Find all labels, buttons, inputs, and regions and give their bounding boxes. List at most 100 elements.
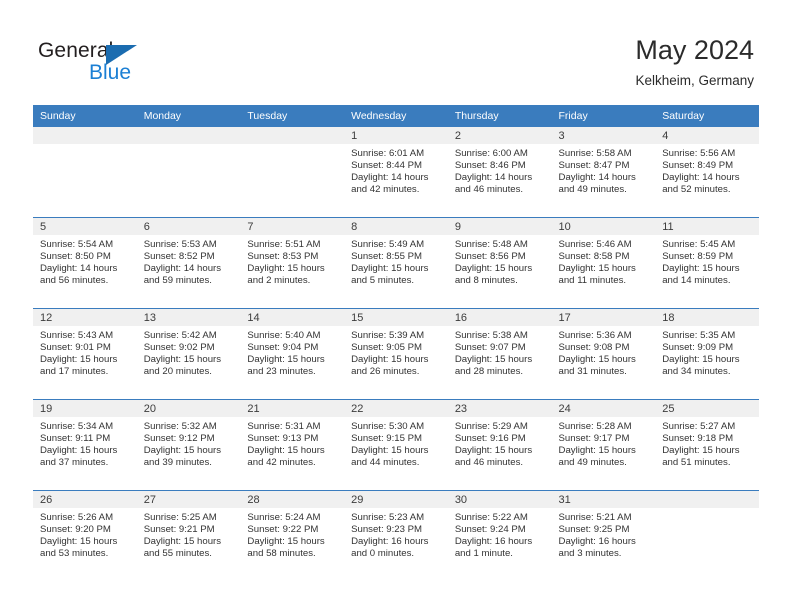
- calendar-week-row: 26 Sunrise: 5:26 AM Sunset: 9:20 PM Dayl…: [33, 490, 759, 581]
- sunrise-text: Sunrise: 5:39 AM: [351, 330, 425, 341]
- sunset-text: Sunset: 8:55 PM: [351, 251, 423, 263]
- sunrise-text: Sunrise: 6:00 AM: [454, 148, 528, 159]
- day-cell[interactable]: [33, 127, 137, 218]
- day-cell[interactable]: [655, 490, 759, 581]
- day-number: 20: [136, 400, 241, 417]
- daylight-text-line2: and 46 minutes.: [454, 184, 524, 196]
- day-number: 26: [33, 491, 137, 508]
- day-cell[interactable]: 14 Sunrise: 5:40 AM Sunset: 9:04 PM Dayl…: [240, 308, 345, 400]
- day-cell[interactable]: 16 Sunrise: 5:38 AM Sunset: 9:07 PM Dayl…: [447, 308, 552, 400]
- daylight-text-line2: and 5 minutes.: [351, 275, 415, 287]
- daylight-text-line1: Daylight: 15 hours: [40, 354, 118, 366]
- day-cell[interactable]: 3 Sunrise: 5:58 AM Sunset: 8:47 PM Dayli…: [551, 127, 656, 218]
- daylight-text-line2: and 53 minutes.: [40, 548, 109, 560]
- day-number: 16: [447, 309, 552, 326]
- day-cell[interactable]: 20 Sunrise: 5:32 AM Sunset: 9:12 PM Dayl…: [136, 399, 241, 491]
- day-cell[interactable]: 9 Sunrise: 5:48 AM Sunset: 8:56 PM Dayli…: [447, 217, 552, 309]
- sunrise-text: Sunrise: 5:23 AM: [351, 512, 425, 523]
- day-cell[interactable]: 11 Sunrise: 5:45 AM Sunset: 8:59 PM Dayl…: [655, 217, 759, 309]
- logo-text-blue: Blue: [89, 61, 132, 84]
- day-number: 28: [240, 491, 345, 508]
- daylight-text-line2: and 49 minutes.: [558, 457, 627, 469]
- sunset-text: Sunset: 9:07 PM: [454, 342, 526, 354]
- day-cell[interactable]: 27 Sunrise: 5:25 AM Sunset: 9:21 PM Dayl…: [136, 490, 241, 581]
- daylight-text-line1: Daylight: 14 hours: [558, 172, 636, 184]
- day-cell[interactable]: 25 Sunrise: 5:27 AM Sunset: 9:18 PM Dayl…: [655, 399, 759, 491]
- day-cell[interactable]: [136, 127, 241, 218]
- day-number: 23: [447, 400, 552, 417]
- weekday-header-friday: Friday: [551, 105, 656, 127]
- sunset-text: Sunset: 9:02 PM: [143, 342, 215, 354]
- calendar-week-row: 1 Sunrise: 6:01 AM Sunset: 8:44 PM Dayli…: [33, 127, 759, 218]
- day-cell[interactable]: 21 Sunrise: 5:31 AM Sunset: 9:13 PM Dayl…: [240, 399, 345, 491]
- day-cell[interactable]: 10 Sunrise: 5:46 AM Sunset: 8:58 PM Dayl…: [551, 217, 656, 309]
- daylight-text-line1: Daylight: 15 hours: [558, 263, 636, 275]
- daylight-text-line2: and 2 minutes.: [247, 275, 311, 287]
- sunset-text: Sunset: 8:44 PM: [351, 160, 423, 172]
- weekday-header-monday: Monday: [136, 105, 241, 127]
- day-number: 3: [551, 127, 656, 144]
- daylight-text-line2: and 28 minutes.: [454, 366, 524, 378]
- daylight-text-line1: Daylight: 15 hours: [351, 263, 429, 275]
- day-cell[interactable]: 23 Sunrise: 5:29 AM Sunset: 9:16 PM Dayl…: [447, 399, 552, 491]
- day-cell[interactable]: 22 Sunrise: 5:30 AM Sunset: 9:15 PM Dayl…: [344, 399, 448, 491]
- day-number: 25: [655, 400, 759, 417]
- day-cell[interactable]: [240, 127, 345, 218]
- daylight-text-line1: Daylight: 14 hours: [40, 263, 118, 275]
- day-cell[interactable]: 31 Sunrise: 5:21 AM Sunset: 9:25 PM Dayl…: [551, 490, 656, 581]
- day-number: 13: [136, 309, 241, 326]
- daylight-text-line1: Daylight: 15 hours: [247, 354, 325, 366]
- daylight-text-line2: and 37 minutes.: [40, 457, 109, 469]
- daylight-text-line2: and 26 minutes.: [351, 366, 420, 378]
- calendar-week-row: 19 Sunrise: 5:34 AM Sunset: 9:11 PM Dayl…: [33, 399, 759, 491]
- sunset-text: Sunset: 9:25 PM: [558, 524, 630, 536]
- daylight-text-line1: Daylight: 15 hours: [40, 445, 118, 457]
- sunset-text: Sunset: 9:24 PM: [454, 524, 526, 536]
- day-number: 7: [240, 218, 345, 235]
- sunrise-text: Sunrise: 5:26 AM: [40, 512, 114, 523]
- general-blue-logo[interactable]: General Blue: [38, 40, 158, 88]
- day-cell[interactable]: 30 Sunrise: 5:22 AM Sunset: 9:24 PM Dayl…: [447, 490, 552, 581]
- day-cell[interactable]: 13 Sunrise: 5:42 AM Sunset: 9:02 PM Dayl…: [136, 308, 241, 400]
- calendar-week-row: 5 Sunrise: 5:54 AM Sunset: 8:50 PM Dayli…: [33, 217, 759, 309]
- day-cell[interactable]: 29 Sunrise: 5:23 AM Sunset: 9:23 PM Dayl…: [344, 490, 448, 581]
- daylight-text-line1: Daylight: 16 hours: [454, 536, 533, 548]
- daylight-text-line2: and 1 minute.: [454, 548, 513, 560]
- daylight-text-line2: and 49 minutes.: [558, 184, 627, 196]
- daylight-text-line2: and 59 minutes.: [143, 275, 212, 287]
- day-number: [136, 127, 241, 144]
- day-cell[interactable]: 26 Sunrise: 5:26 AM Sunset: 9:20 PM Dayl…: [33, 490, 137, 581]
- day-cell[interactable]: 19 Sunrise: 5:34 AM Sunset: 9:11 PM Dayl…: [33, 399, 137, 491]
- day-cell[interactable]: 6 Sunrise: 5:53 AM Sunset: 8:52 PM Dayli…: [136, 217, 241, 309]
- day-cell[interactable]: 12 Sunrise: 5:43 AM Sunset: 9:01 PM Dayl…: [33, 308, 137, 400]
- day-cell[interactable]: 8 Sunrise: 5:49 AM Sunset: 8:55 PM Dayli…: [344, 217, 448, 309]
- day-number: 14: [240, 309, 345, 326]
- day-number: 4: [655, 127, 759, 144]
- day-number: 19: [33, 400, 137, 417]
- daylight-text-line2: and 0 minutes.: [351, 548, 415, 560]
- daylight-text-line1: Daylight: 16 hours: [558, 536, 636, 548]
- day-number: [240, 127, 345, 144]
- day-cell[interactable]: 5 Sunrise: 5:54 AM Sunset: 8:50 PM Dayli…: [33, 217, 137, 309]
- weekday-header-sunday: Sunday: [33, 105, 137, 127]
- sunrise-text: Sunrise: 5:29 AM: [454, 421, 528, 432]
- day-cell[interactable]: 15 Sunrise: 5:39 AM Sunset: 9:05 PM Dayl…: [344, 308, 448, 400]
- sunset-text: Sunset: 8:52 PM: [143, 251, 215, 263]
- day-number: 21: [240, 400, 345, 417]
- calendar-header-row: Sunday Monday Tuesday Wednesday Thursday…: [33, 105, 759, 127]
- daylight-text-line1: Daylight: 14 hours: [143, 263, 222, 275]
- day-cell[interactable]: 2 Sunrise: 6:00 AM Sunset: 8:46 PM Dayli…: [447, 127, 552, 218]
- day-cell[interactable]: 28 Sunrise: 5:24 AM Sunset: 9:22 PM Dayl…: [240, 490, 345, 581]
- sunset-text: Sunset: 8:49 PM: [662, 160, 734, 172]
- day-cell[interactable]: 4 Sunrise: 5:56 AM Sunset: 8:49 PM Dayli…: [655, 127, 759, 218]
- day-cell[interactable]: 24 Sunrise: 5:28 AM Sunset: 9:17 PM Dayl…: [551, 399, 656, 491]
- daylight-text-line1: Daylight: 15 hours: [351, 354, 429, 366]
- weekday-header-tuesday: Tuesday: [240, 105, 345, 127]
- day-cell[interactable]: 1 Sunrise: 6:01 AM Sunset: 8:44 PM Dayli…: [344, 127, 448, 218]
- sunset-text: Sunset: 9:13 PM: [247, 433, 319, 445]
- day-cell[interactable]: 18 Sunrise: 5:35 AM Sunset: 9:09 PM Dayl…: [655, 308, 759, 400]
- sunrise-text: Sunrise: 5:56 AM: [662, 148, 736, 159]
- day-cell[interactable]: 7 Sunrise: 5:51 AM Sunset: 8:53 PM Dayli…: [240, 217, 345, 309]
- sunset-text: Sunset: 8:59 PM: [662, 251, 734, 263]
- day-cell[interactable]: 17 Sunrise: 5:36 AM Sunset: 9:08 PM Dayl…: [551, 308, 656, 400]
